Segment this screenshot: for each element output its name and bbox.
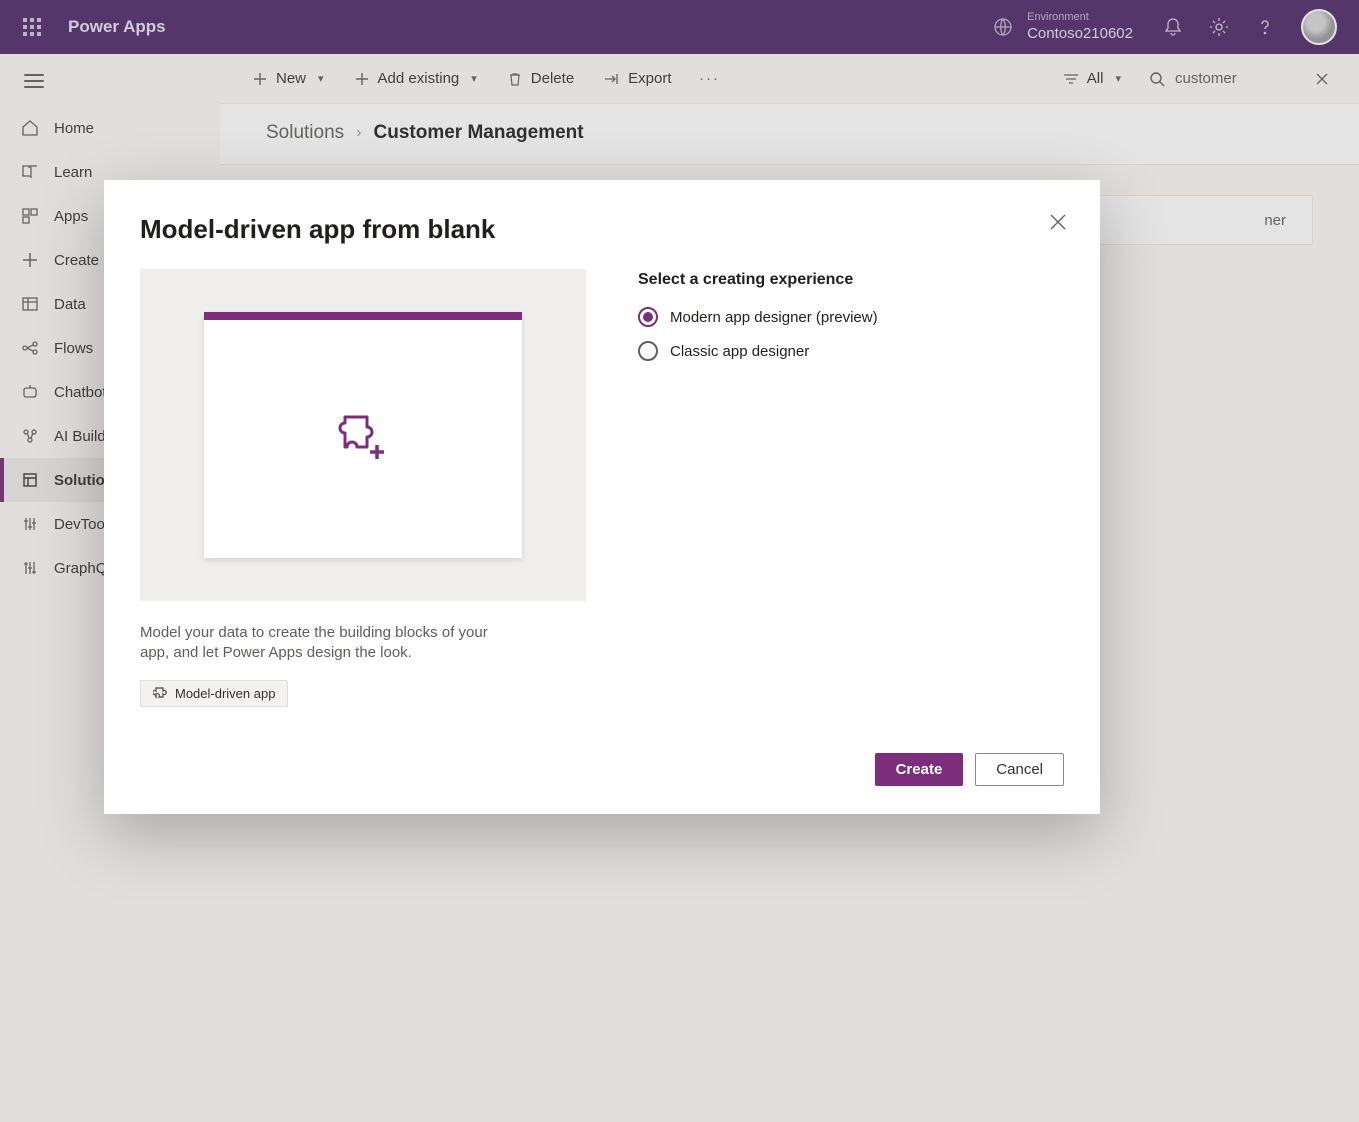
radio-label: Classic app designer xyxy=(670,343,809,360)
radio-label: Modern app designer (preview) xyxy=(670,309,878,326)
app-type-tag: Model-driven app xyxy=(140,680,288,707)
radio-classic-designer[interactable]: Classic app designer xyxy=(638,341,878,361)
radio-icon-selected xyxy=(638,307,658,327)
puzzle-icon xyxy=(153,686,167,700)
dialog-description: Model your data to create the building b… xyxy=(140,623,520,664)
cancel-button[interactable]: Cancel xyxy=(975,753,1064,786)
options-heading: Select a creating experience xyxy=(638,271,878,289)
dialog-close-button[interactable] xyxy=(1044,208,1072,236)
dialog-title: Model-driven app from blank xyxy=(140,214,1064,245)
puzzle-plus-icon xyxy=(204,312,522,558)
radio-modern-designer[interactable]: Modern app designer (preview) xyxy=(638,307,878,327)
create-button[interactable]: Create xyxy=(875,753,964,786)
preview-thumbnail xyxy=(140,269,586,601)
radio-icon-unselected xyxy=(638,341,658,361)
tag-label: Model-driven app xyxy=(175,686,275,701)
create-app-dialog: Model-driven app from blank Model your d… xyxy=(104,180,1100,814)
